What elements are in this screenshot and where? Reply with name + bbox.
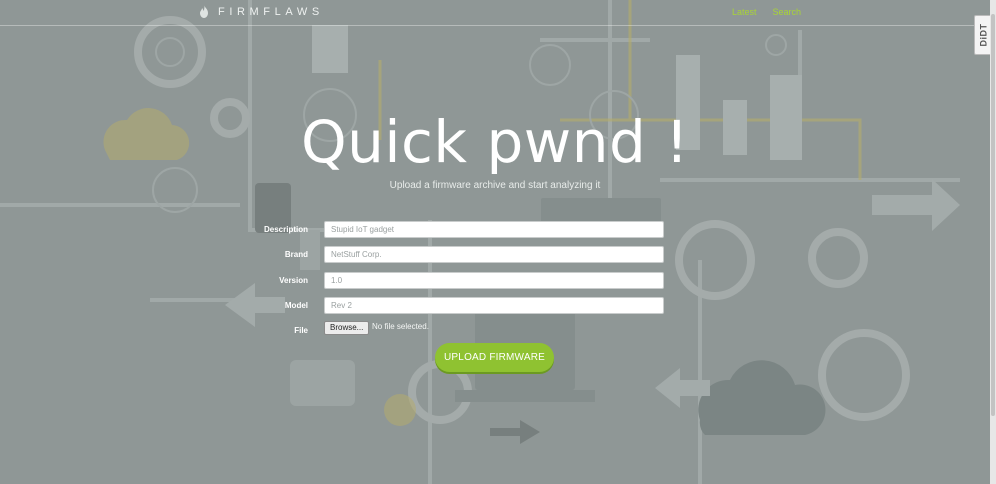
model-label: Model	[284, 300, 308, 310]
file-status: No file selected.	[372, 322, 429, 331]
version-row: Version	[240, 270, 670, 290]
upload-firmware-button[interactable]: UPLOAD FIRMWARE	[435, 343, 554, 372]
browse-button[interactable]: Browse...	[324, 321, 370, 335]
version-label: Version	[279, 275, 308, 285]
background-illustration	[0, 0, 960, 484]
brand-name: FIRMFLAWS	[218, 5, 324, 18]
brand-logo[interactable]: FIRMFLAWS	[199, 5, 324, 18]
scrollbar-thumb[interactable]	[991, 14, 995, 416]
description-row: Description	[240, 219, 670, 239]
brand-row: Brand	[240, 244, 670, 264]
badge-text: DiDT	[978, 23, 988, 47]
description-input[interactable]	[324, 220, 664, 238]
version-input[interactable]	[324, 271, 664, 289]
nav-link-search[interactable]: Search	[773, 7, 802, 17]
flame-icon	[200, 5, 208, 18]
top-navbar: FIRMFLAWS Latest Search	[0, 0, 990, 26]
brand-input[interactable]	[324, 245, 664, 263]
page-subtitle: Upload a firmware archive and start anal…	[389, 180, 601, 191]
scrollbar[interactable]	[990, 0, 996, 484]
model-row: Model	[240, 295, 670, 315]
file-row: File Browse... No file selected.	[240, 320, 670, 340]
description-label: Description	[263, 224, 308, 234]
file-label: File	[294, 325, 308, 335]
nav-links: Latest Search	[732, 7, 801, 17]
brand-label: Brand	[284, 249, 308, 259]
nav-link-latest[interactable]: Latest	[732, 7, 757, 17]
page-title: Quick pwnd !	[301, 108, 689, 176]
model-input[interactable]	[324, 296, 664, 314]
